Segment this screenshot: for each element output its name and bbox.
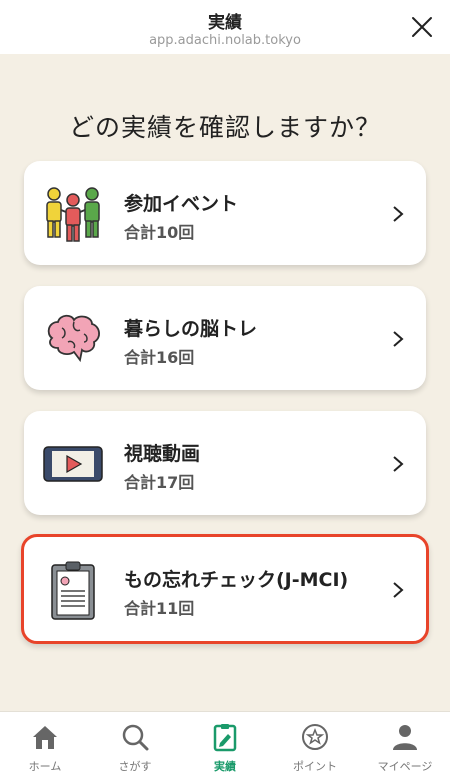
tab-achievements[interactable]: 実績 [180,712,270,779]
card-title: もの忘れチェック(J-MCI) [124,569,349,591]
people-icon [46,187,100,242]
page-url: app.adachi.nolab.tokyo [149,33,301,48]
close-icon[interactable] [410,15,434,39]
tab-home[interactable]: ホーム [0,712,90,779]
tab-label: マイページ [377,760,433,773]
chevron-right-icon [393,331,404,347]
tab-points[interactable]: ポイント [270,712,360,779]
tab-label: 実績 [214,760,236,773]
tab-label: ポイント [293,760,337,773]
page-title: 実績 [208,13,242,33]
question-heading: どの実績を確認しますか？ [68,113,381,142]
home-icon [33,726,57,749]
tab-label: ホーム [28,760,62,773]
clipboard-check-icon [51,561,95,620]
tab-mypage[interactable]: マイページ [360,712,450,779]
card-title: 視聴動画 [124,443,201,465]
brain-icon [47,314,100,363]
card-brain-training[interactable]: 暮らしの脳トレ 合計16回 [24,286,426,390]
person-icon [393,725,417,750]
card-count: 合計16回 [124,348,195,367]
star-coin-icon [302,724,328,750]
achievement-icon [213,724,237,752]
card-memory-check[interactable]: もの忘れチェック(J-MCI) 合計11回 [21,534,429,644]
card-title: 参加イベント [124,193,239,215]
card-count: 合計17回 [124,473,195,492]
chevron-right-icon [393,206,404,222]
card-events[interactable]: 参加イベント 合計10回 [24,161,426,265]
tab-search[interactable]: さがす [90,712,180,779]
card-count: 合計10回 [124,223,195,242]
chevron-right-icon [393,582,404,598]
tab-label: さがす [118,760,152,773]
card-videos[interactable]: 視聴動画 合計17回 [24,411,426,515]
card-count: 合計11回 [124,599,195,618]
header: 実績 app.adachi.nolab.tokyo [0,0,450,54]
chevron-right-icon [393,456,404,472]
bottom-tab-bar: ホーム さがす 実績 ポイント マイページ [0,711,450,779]
video-play-icon [43,446,103,482]
search-icon [122,724,149,751]
card-title: 暮らしの脳トレ [124,318,258,340]
